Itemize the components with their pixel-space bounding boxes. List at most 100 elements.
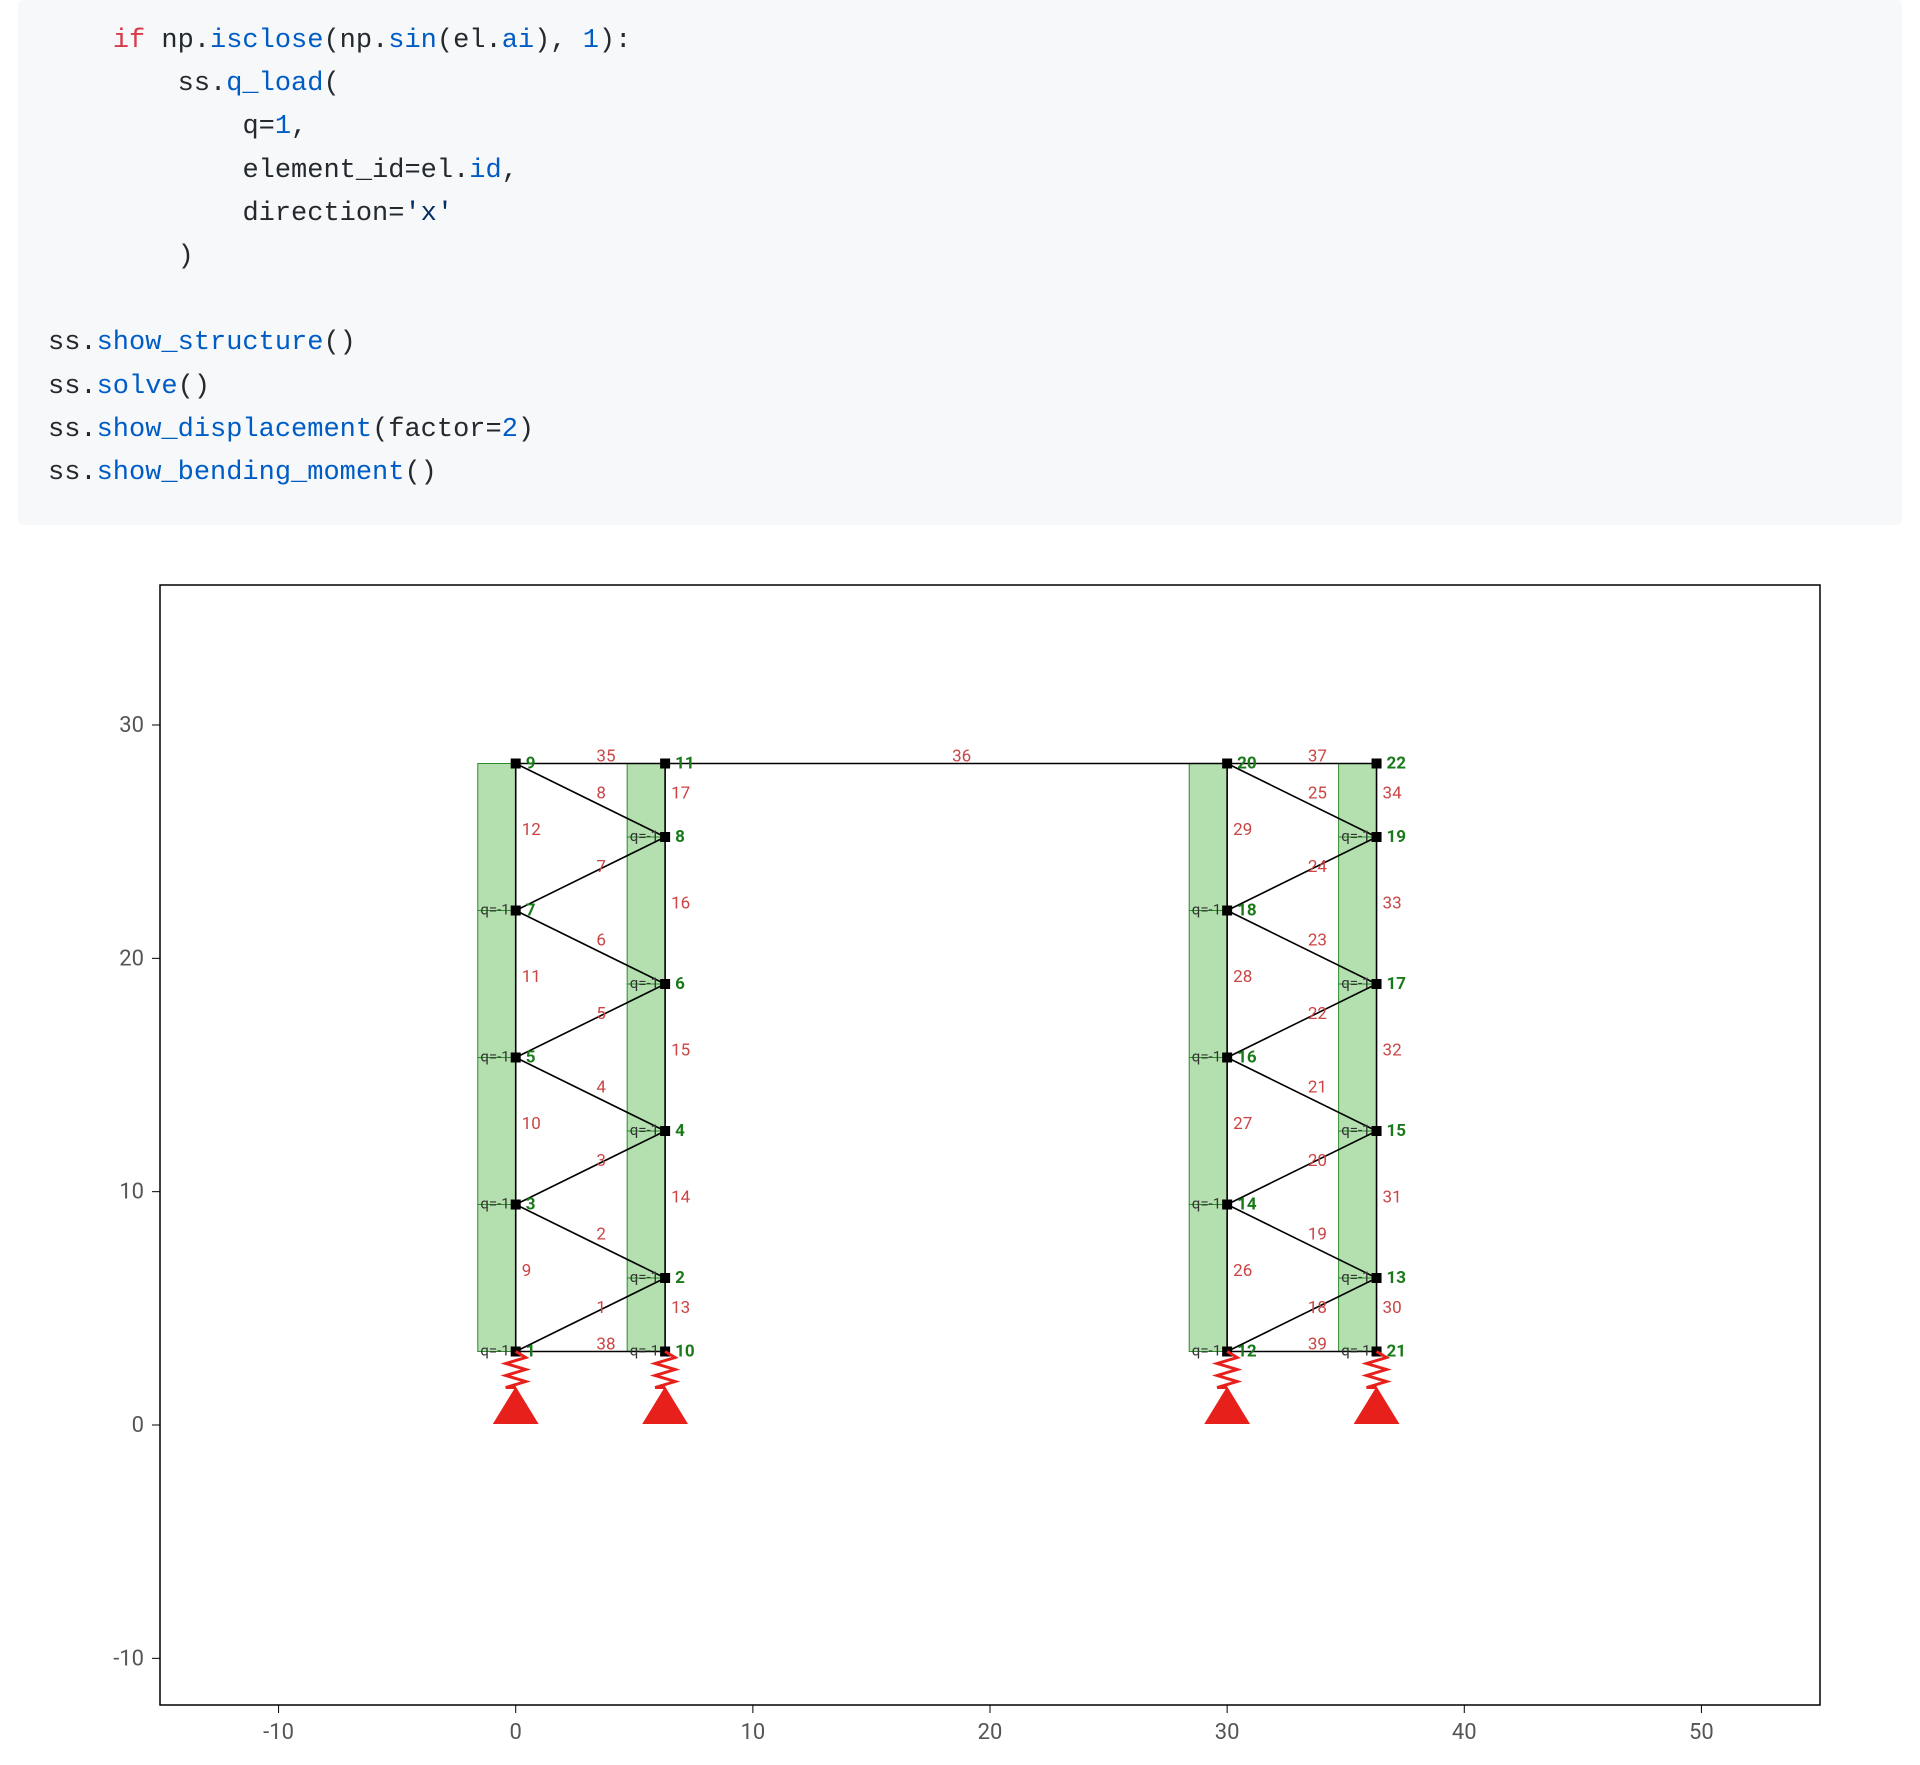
load-label: q=-1: [1341, 1121, 1370, 1139]
code-line: direction='x': [48, 199, 453, 229]
element-label: 26: [1233, 1261, 1252, 1281]
element-label: 25: [1308, 783, 1327, 803]
element-label: 9: [522, 1261, 532, 1281]
node-label: 15: [1387, 1121, 1407, 1141]
node-label: 20: [1237, 754, 1257, 774]
code-line: ): [48, 242, 194, 272]
load-label: q=-1: [1341, 974, 1370, 992]
node: [1222, 1053, 1232, 1063]
element-label: 24: [1308, 857, 1328, 877]
load-label: q=-1: [480, 1342, 509, 1360]
load-label: q=-1: [1192, 1342, 1221, 1360]
node-label: 21: [1387, 1342, 1407, 1362]
node-label: 6: [675, 974, 685, 994]
element-label: 32: [1383, 1041, 1402, 1061]
element-label: 33: [1383, 894, 1402, 914]
node-label: 16: [1237, 1048, 1257, 1068]
node: [1372, 759, 1382, 769]
q-load: [478, 1058, 516, 1205]
element-label: 12: [522, 820, 541, 840]
node-label: 14: [1237, 1195, 1257, 1215]
element-label: 7: [596, 857, 606, 877]
code-line: ss.solve(): [48, 372, 210, 402]
load-label: q=-1: [630, 1342, 659, 1360]
element-label: 19: [1308, 1224, 1327, 1244]
element-label: 39: [1308, 1335, 1327, 1355]
code-line: ss.show_displacement(factor=2): [48, 415, 534, 445]
node-label: 7: [526, 901, 536, 921]
q-load: [1339, 1278, 1377, 1352]
code-line: ss.show_structure(): [48, 328, 356, 358]
node: [1222, 1200, 1232, 1210]
support-icon: [1205, 1388, 1249, 1424]
load-label: q=-1: [630, 1121, 659, 1139]
q-load: [627, 764, 665, 838]
node: [1372, 979, 1382, 989]
element-label: 16: [671, 894, 690, 914]
load-label: q=-1: [480, 901, 509, 919]
node-label: 19: [1387, 827, 1407, 847]
code-line: ss.show_bending_moment(): [48, 458, 437, 488]
element-label: 15: [671, 1041, 690, 1061]
node: [660, 979, 670, 989]
node: [511, 759, 521, 769]
node-label: 8: [675, 827, 685, 847]
element-label: 11: [522, 967, 541, 987]
element-label: 2: [596, 1224, 606, 1244]
x-tick-label: 40: [1452, 1720, 1477, 1745]
support-icon: [1355, 1388, 1399, 1424]
structure-plot: -1001020304050-1001020301234567891011121…: [80, 565, 1840, 1765]
element-label: 3: [596, 1151, 606, 1171]
element-label: 18: [1308, 1298, 1327, 1318]
node-label: 18: [1237, 901, 1257, 921]
y-tick-label: 0: [132, 1413, 144, 1438]
element-label: 8: [596, 783, 606, 803]
code-line: element_id=el.id,: [48, 156, 518, 186]
node-label: 4: [675, 1121, 685, 1141]
node: [1372, 832, 1382, 842]
element-label: 5: [596, 1004, 606, 1024]
load-label: q=-1: [630, 974, 659, 992]
load-label: q=-1: [480, 1048, 509, 1066]
element-label: 23: [1308, 930, 1327, 950]
x-tick-label: 10: [740, 1720, 765, 1745]
node: [1372, 1126, 1382, 1136]
code-line: ss.q_load(: [48, 69, 340, 99]
node-label: 5: [526, 1048, 536, 1068]
y-tick-label: -10: [113, 1646, 144, 1671]
load-label: q=-1: [1341, 1342, 1370, 1360]
code-line: q=1,: [48, 112, 307, 142]
node-label: 11: [675, 754, 695, 774]
q-load: [1189, 1205, 1227, 1352]
element-label: 29: [1233, 820, 1252, 840]
load-label: q=-1: [1192, 901, 1221, 919]
plot-frame: [160, 585, 1820, 1705]
element-label: 14: [671, 1188, 691, 1208]
support-icon: [494, 1388, 538, 1424]
element-label: 27: [1233, 1114, 1252, 1134]
element-label: 21: [1308, 1077, 1327, 1097]
element-label: 10: [522, 1114, 541, 1134]
node-label: 9: [526, 754, 536, 774]
load-label: q=-1: [1192, 1048, 1221, 1066]
code-line: [48, 285, 64, 315]
element-label: 38: [596, 1335, 615, 1355]
node: [511, 1053, 521, 1063]
load-label: q=-1: [1192, 1195, 1221, 1213]
node: [660, 759, 670, 769]
element-label: 34: [1383, 783, 1403, 803]
q-load: [627, 1278, 665, 1352]
node-label: 17: [1387, 974, 1407, 994]
element-label: 20: [1308, 1151, 1327, 1171]
node-label: 3: [526, 1195, 536, 1215]
q-load: [1189, 764, 1227, 911]
code-line: if np.isclose(np.sin(el.ai), 1):: [48, 26, 631, 56]
q-load: [1339, 984, 1377, 1131]
node: [660, 832, 670, 842]
load-label: q=-1: [1341, 827, 1370, 845]
load-label: q=-1: [630, 1268, 659, 1286]
y-tick-label: 30: [119, 713, 144, 738]
element-label: 1: [596, 1298, 606, 1318]
load-label: q=-1: [480, 1195, 509, 1213]
q-load: [1339, 1131, 1377, 1278]
